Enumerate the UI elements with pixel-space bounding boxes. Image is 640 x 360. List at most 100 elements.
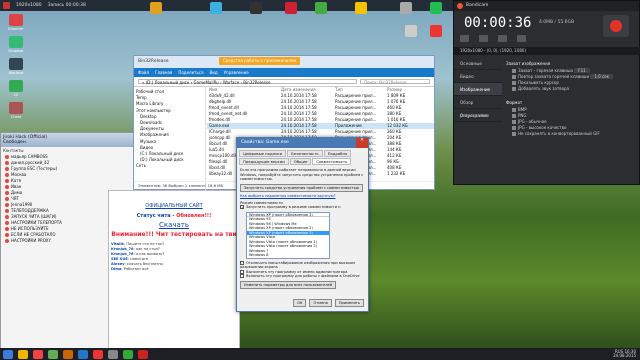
address-bar[interactable]: « (D:) Локальный диск › GameMailRu › War…: [138, 79, 357, 85]
official-site-link[interactable]: ОФИЦИАЛЬНЫЙ САЙТ: [109, 203, 239, 209]
cancel-button[interactable]: Отмена: [309, 299, 332, 307]
os-option[interactable]: Windows Vista (пакет обновления 2): [247, 244, 329, 249]
warface-icon: [9, 58, 23, 70]
tab-signatures[interactable]: Цифровые подписи: [239, 150, 287, 157]
desktop-app-icon[interactable]: [250, 2, 262, 14]
ok-button[interactable]: ОК: [293, 299, 307, 307]
ribbon-tab[interactable]: Файл: [138, 70, 149, 75]
onedrive-option[interactable]: Включить эту программу для работы с файл…: [240, 274, 365, 279]
hotkey-field[interactable]: F11: [574, 68, 590, 73]
radio[interactable]: [512, 120, 516, 124]
app-icon[interactable]: [138, 349, 148, 359]
game-mode-icon[interactable]: [498, 35, 507, 42]
warning-text: Внимание!!! Чит тестировать на тви: [111, 231, 237, 238]
app-icon[interactable]: [63, 349, 73, 359]
dialog-body: Если эта программа работает неправильно …: [237, 165, 368, 292]
desktop-app-icon[interactable]: [400, 2, 412, 14]
desktop-icon[interactable]: Warface: [3, 58, 29, 75]
fullscreen-mode-icon[interactable]: [460, 35, 469, 42]
folder-icon[interactable]: [18, 349, 28, 359]
menu-item[interactable]: Видео: [454, 70, 502, 83]
desktop-icon[interactable]: Dropbox: [3, 36, 29, 53]
tab-details[interactable]: Подробно: [323, 150, 352, 157]
app-icon[interactable]: [123, 349, 133, 359]
nav-item[interactable]: Сеть: [136, 163, 203, 169]
ribbon-tab[interactable]: Поделиться: [178, 70, 203, 75]
os-option[interactable]: Windows 8: [247, 253, 329, 258]
search-input[interactable]: Поиск: Bin32Release: [360, 79, 430, 85]
desktop-app-icon[interactable]: [430, 2, 442, 14]
browser-icon[interactable]: [33, 349, 43, 359]
app-tools-tab[interactable]: Средства работы с приложениями: [219, 57, 301, 65]
format-link[interactable]: Не сохранять в конвертированный GIF: [506, 131, 638, 137]
properties-dialog: Свойства: Game.exe ✕ Цифровые подписи Бе…: [236, 137, 369, 312]
tab-compatibility[interactable]: Совместимость: [312, 158, 352, 165]
chat-status[interactable]: Свободен: [3, 140, 131, 145]
record-button[interactable]: [603, 15, 629, 37]
app-icon[interactable]: [78, 349, 88, 359]
tab-previous[interactable]: Предыдущие версии: [239, 158, 289, 165]
chat-section: Контакты: [3, 148, 24, 153]
desktop-app-icon[interactable]: [210, 2, 222, 14]
explorer-titlebar[interactable]: Bin32Release Средства работы с приложени…: [134, 56, 434, 68]
menu-item-active[interactable]: Изображение: [454, 83, 502, 96]
desktop-app-icon[interactable]: [355, 2, 367, 14]
radio[interactable]: [512, 108, 516, 112]
checkbox[interactable]: [512, 87, 516, 91]
capture-option[interactable]: Добавлять звук затвора: [506, 86, 638, 92]
desktop-app-icon[interactable]: [315, 2, 327, 14]
close-icon[interactable]: ✕: [356, 138, 368, 148]
status-dot-icon: [5, 185, 9, 189]
status-dot-icon: [5, 167, 9, 171]
tab-general[interactable]: Общие: [289, 158, 312, 165]
desktop-icon[interactable]: Cheat: [3, 102, 29, 119]
radio[interactable]: [512, 126, 516, 130]
desktop-app-icon[interactable]: [405, 25, 417, 37]
interval-field[interactable]: 1.0 сек: [590, 74, 614, 79]
troubleshooter-button[interactable]: Запустить средство устранения проблем с …: [240, 183, 363, 192]
window-mode-icon[interactable]: [479, 35, 488, 42]
desktop-app-icon[interactable]: [150, 2, 162, 14]
desktop-icon[interactable]: CE: [3, 80, 29, 97]
desktop-app-icon[interactable]: [430, 25, 442, 37]
system-tray[interactable]: RUS 16:30 24.08.2015: [613, 349, 640, 359]
app-icon[interactable]: [108, 349, 118, 359]
download-link[interactable]: Скачать: [109, 221, 239, 229]
ribbon-tab[interactable]: Главная: [155, 70, 172, 75]
manual-link[interactable]: Как выбрать параметры совместимости вруч…: [240, 194, 365, 199]
menu-item[interactable]: О программе: [454, 109, 502, 122]
checkbox[interactable]: [512, 81, 516, 85]
menu-item[interactable]: Основные: [454, 57, 502, 70]
bandicam-window: Bandicam 00:00:36 4.0MB / 55.6GB 1920x10…: [453, 0, 640, 185]
app-icon[interactable]: [93, 349, 103, 359]
ribbon-tab[interactable]: Вид: [209, 70, 217, 75]
device-mode-icon[interactable]: [517, 35, 526, 42]
menu-item[interactable]: Обзор результатов: [454, 96, 502, 118]
mode-checkbox-row[interactable]: ✓ Запустить программу в режиме совместимо…: [240, 205, 365, 210]
start-icon[interactable]: [3, 349, 13, 359]
record-icon: [3, 2, 10, 9]
status-dot-icon: [5, 215, 9, 219]
desktop-icon[interactable]: Блокнот: [3, 14, 29, 31]
radio[interactable]: [512, 114, 516, 118]
status-value: Обновлен!!!: [176, 213, 212, 219]
status-dot-icon: [5, 239, 9, 243]
tab-security[interactable]: Безопасность: [287, 150, 323, 157]
bandicam-titlebar[interactable]: Bandicam: [454, 1, 639, 11]
ribbon-tab[interactable]: Управление: [224, 70, 249, 75]
checkbox[interactable]: ✓: [240, 205, 244, 210]
os-select[interactable]: Windows XP (пакет обновления 3) Windows …: [246, 211, 330, 259]
ribbon: Файл Главная Поделиться Вид Управление: [134, 68, 434, 77]
checkbox[interactable]: [512, 69, 516, 73]
dpi-option[interactable]: Отключить масштабирование изображения пр…: [240, 260, 365, 270]
app-icon[interactable]: [48, 349, 58, 359]
desktop-app-icon[interactable]: [285, 2, 297, 14]
top-record-label: Запись 00:00:38: [47, 3, 86, 8]
change-all-button[interactable]: Изменить параметры для всех пользователе…: [240, 280, 337, 289]
apply-button[interactable]: Применить: [334, 299, 364, 307]
dialog-titlebar[interactable]: Свойства: Game.exe ✕: [237, 138, 368, 148]
navigation-pane: Рабочий стол Temp Macro Library Этот ком…: [134, 87, 206, 191]
checkbox[interactable]: [512, 75, 516, 79]
bandicam-menu: Основные Видео Изображение Обзор результ…: [454, 57, 502, 122]
format-header: Формат: [506, 100, 523, 105]
